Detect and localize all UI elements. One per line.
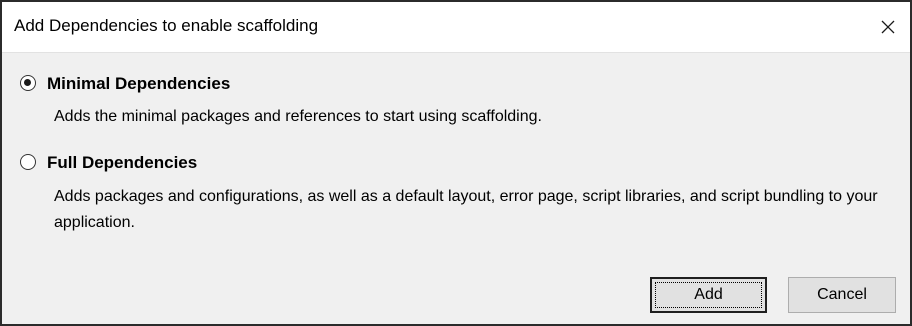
- add-button[interactable]: Add: [650, 277, 767, 313]
- focus-rectangle: [655, 282, 762, 308]
- minimal-dependencies-radio[interactable]: [20, 75, 36, 91]
- radio-selected-dot: [24, 79, 31, 86]
- add-dependencies-dialog: Add Dependencies to enable scaffolding M…: [0, 0, 912, 326]
- title-bar: Add Dependencies to enable scaffolding: [2, 2, 910, 53]
- cancel-button[interactable]: Cancel: [788, 277, 896, 313]
- full-dependencies-radio[interactable]: [20, 154, 36, 170]
- full-dependencies-description: Adds packages and configurations, as wel…: [54, 188, 878, 231]
- close-icon: [881, 20, 895, 34]
- minimal-dependencies-description: Adds the minimal packages and references…: [54, 108, 542, 125]
- minimal-dependencies-label[interactable]: Minimal Dependencies: [47, 74, 230, 94]
- close-button[interactable]: [866, 2, 910, 52]
- full-dependencies-label[interactable]: Full Dependencies: [47, 153, 197, 173]
- cancel-button-label: Cancel: [817, 286, 867, 303]
- dialog-title: Add Dependencies to enable scaffolding: [14, 16, 319, 35]
